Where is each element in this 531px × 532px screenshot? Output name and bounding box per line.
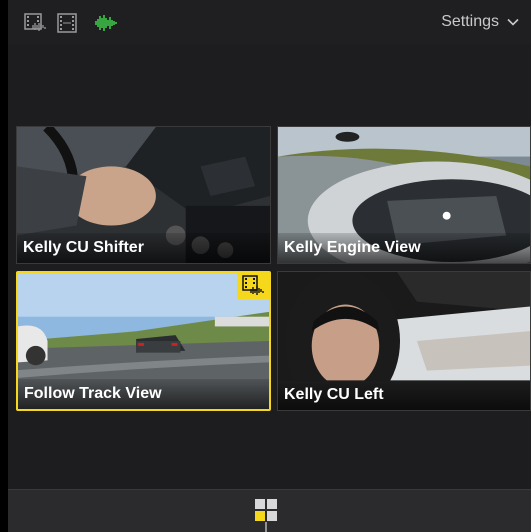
video-audio-switch-icon[interactable] (24, 12, 46, 34)
angle-viewer: Settings Kelly CU Shifter Kelly Engine V… (8, 0, 531, 532)
active-angle-badge (237, 273, 269, 299)
audio-only-switch-icon[interactable] (92, 12, 118, 34)
settings-label: Settings (441, 13, 499, 30)
angle-label: Kelly Engine View (278, 233, 530, 263)
angle-grid-icon[interactable] (254, 498, 278, 532)
viewer-toolbar: Settings (8, 0, 531, 45)
angle-kelly-engine-view[interactable]: Kelly Engine View (277, 126, 531, 264)
angle-label: Follow Track View (18, 379, 269, 409)
chevron-down-icon (507, 18, 519, 26)
angle-label: Kelly CU Shifter (17, 233, 270, 263)
angle-label: Kelly CU Left (278, 380, 530, 410)
settings-menu[interactable]: Settings (441, 13, 519, 31)
video-only-switch-icon[interactable] (56, 12, 78, 34)
angle-grid: Kelly CU Shifter Kelly Engine View Follo… (8, 44, 531, 489)
angle-kelly-cu-left[interactable]: Kelly CU Left (277, 271, 531, 411)
viewer-bottom-bar (8, 489, 531, 532)
angle-follow-track-view[interactable]: Follow Track View (16, 271, 271, 411)
video-audio-switch-icon (242, 275, 264, 295)
angle-kelly-cu-shifter[interactable]: Kelly CU Shifter (16, 126, 271, 264)
